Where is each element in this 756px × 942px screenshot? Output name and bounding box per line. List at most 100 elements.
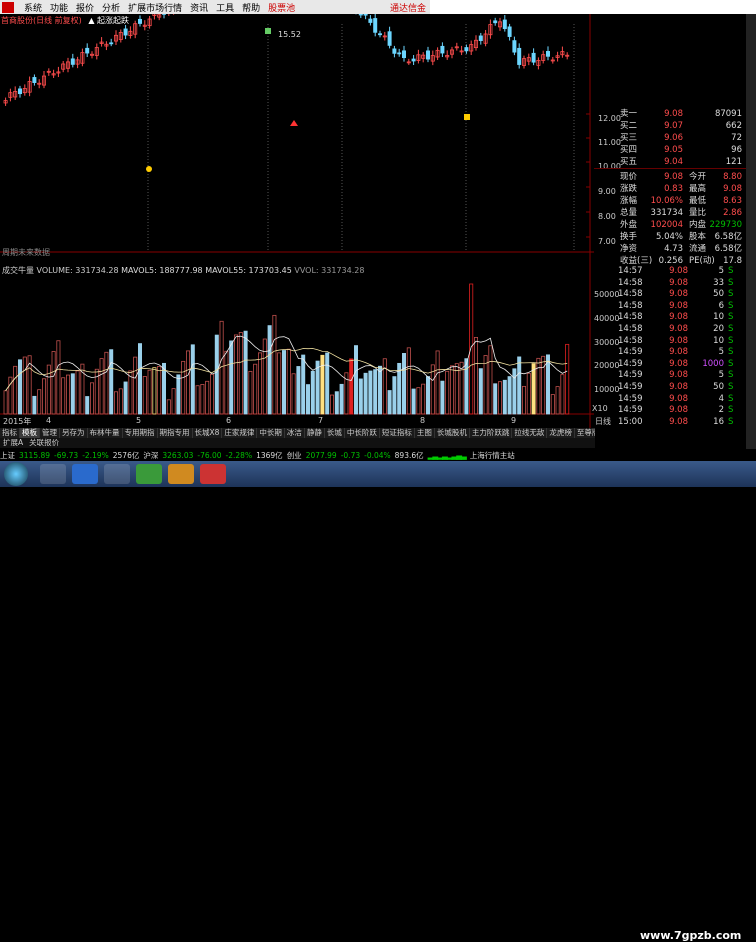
volume-bar	[518, 357, 521, 414]
candle-body	[503, 20, 506, 29]
tick-row: 14:599.085S	[594, 370, 746, 382]
market-strength-icon: ▂▃▂▃▂▃▄▃	[428, 451, 466, 460]
tick-list[interactable]: 14:579.085S14:589.0833S14:589.0850S14:58…	[594, 266, 746, 428]
volume-bar	[359, 379, 362, 414]
source-label: 上海行情主站	[470, 450, 515, 461]
tab-20[interactable]: 至尊牌牛	[575, 428, 595, 438]
volume-title: 成交牛量 VOLUME: 331734.28 MAVOL5: 188777.98…	[2, 265, 364, 276]
tick-row: 14:579.085S	[594, 266, 746, 278]
tab-7[interactable]: 长城X8	[193, 428, 223, 438]
tab-12[interactable]: 长城	[325, 428, 345, 438]
menu-ext-market[interactable]: 扩展市场行情	[128, 1, 182, 14]
chart-bg	[0, 14, 594, 428]
volume-bar	[369, 371, 372, 414]
tab-3[interactable]: 另存为	[60, 428, 88, 438]
taskbar-app-icon[interactable]	[136, 464, 162, 484]
tab-8[interactable]: 庄家规律	[222, 428, 257, 438]
ask-row: 卖一9.0887091	[594, 108, 746, 120]
brand-label[interactable]: 股票池	[268, 1, 295, 14]
stat-row: 总量331734量比2.86	[594, 207, 746, 219]
volume-bar	[321, 355, 324, 414]
tab-16[interactable]: 长城股机	[435, 428, 470, 438]
volume-ma55: MAVOL55: 173703.45	[205, 266, 292, 275]
tab-2[interactable]: 管理	[40, 428, 60, 438]
tab-1[interactable]: 模板	[20, 428, 40, 438]
tab-6[interactable]: 期指专用	[158, 428, 193, 438]
volume-bar	[364, 373, 367, 414]
taskbar-app-icon[interactable]	[168, 464, 194, 484]
volume-bar	[426, 377, 429, 414]
menu-function[interactable]: 功能	[50, 1, 68, 14]
candle-body	[359, 14, 362, 15]
ask-row: 买三9.0672	[594, 132, 746, 144]
taskbar-app-icon[interactable]	[72, 464, 98, 484]
candlestick-chart[interactable]	[0, 14, 594, 428]
taskbar-app-icon[interactable]	[200, 464, 226, 484]
volume-ma5: MAVOL5: 188777.98	[121, 266, 203, 275]
menu-system[interactable]: 系统	[24, 1, 42, 14]
tick-row: 14:599.084S	[594, 394, 746, 406]
tab-10[interactable]: 冰洁	[285, 428, 305, 438]
volume-bar	[33, 396, 36, 414]
volume-bar	[110, 350, 113, 414]
tick-row: 14:599.082S	[594, 405, 746, 417]
tick-row: 14:599.085S	[594, 347, 746, 359]
tab-19[interactable]: 龙虎榜	[547, 428, 575, 438]
tab-5[interactable]: 专用期指	[123, 428, 158, 438]
volume-bar	[532, 364, 535, 414]
tick-row: 14:589.0850S	[594, 289, 746, 301]
tab-15[interactable]: 主图	[415, 428, 435, 438]
candle-body	[110, 43, 113, 44]
ask-row: 买四9.0596	[594, 144, 746, 156]
candle-body	[18, 89, 21, 94]
hs-amount: 1369亿	[256, 450, 283, 461]
vertical-scrollbar[interactable]	[746, 14, 756, 449]
candle-body	[71, 59, 74, 65]
brand-right-label: 通达信金	[390, 1, 426, 14]
stat-row: 换手5.04%股本6.58亿	[594, 231, 746, 243]
tick-row: 14:589.0810S	[594, 312, 746, 324]
hs-label: 沪深	[143, 450, 158, 461]
tick-row: 14:589.086S	[594, 301, 746, 313]
volume-bar	[412, 389, 415, 414]
volume-bar	[494, 384, 497, 414]
menu-info[interactable]: 资讯	[190, 1, 208, 14]
ask-row: 买五9.04121	[594, 156, 746, 168]
volume-bar	[302, 355, 305, 414]
start-button-icon[interactable]	[4, 462, 28, 486]
volume-bar	[393, 377, 396, 414]
no-data-label: 周期未来数据	[2, 247, 50, 258]
cy-pct: -0.04%	[364, 451, 391, 460]
tab-related-quote[interactable]: 关联报价	[26, 438, 62, 448]
tab-9[interactable]: 中长期	[257, 428, 285, 438]
tab-ext-a[interactable]: 扩展A	[0, 438, 26, 448]
menu-analysis[interactable]: 分析	[102, 1, 120, 14]
tab-11[interactable]: 静静	[305, 428, 325, 438]
menu-tools[interactable]: 工具	[216, 1, 234, 14]
taskbar-app-icon[interactable]	[104, 464, 130, 484]
menu-quote[interactable]: 报价	[76, 1, 94, 14]
stat-row: 净资4.73流通6.58亿	[594, 243, 746, 255]
volume-bar	[18, 360, 21, 414]
tick-row: 14:599.081000S	[594, 359, 746, 371]
volume-bar	[354, 346, 357, 414]
candle-body	[393, 49, 396, 53]
volume-bar	[177, 375, 180, 414]
x-label-4: 4	[46, 416, 51, 425]
x-label-6: 6	[226, 416, 231, 425]
x-label-9: 9	[511, 416, 516, 425]
volume-bar	[378, 366, 381, 414]
tab-18[interactable]: 拉线无敌	[512, 428, 547, 438]
high-price-label: 15.52	[278, 30, 301, 39]
volume-bar	[244, 331, 247, 414]
tab-4[interactable]: 布林牛量	[88, 428, 123, 438]
volume-bar	[297, 366, 300, 414]
tick-row: 14:589.0833S	[594, 278, 746, 290]
volume-bar	[316, 361, 319, 414]
menu-help[interactable]: 帮助	[242, 1, 260, 14]
tab-13[interactable]: 中长阶跃	[345, 428, 380, 438]
tab-0[interactable]: 指标	[0, 428, 20, 438]
tab-14[interactable]: 短证指标	[380, 428, 415, 438]
tab-17[interactable]: 主力阶跃跳	[470, 428, 513, 438]
taskbar-app-icon[interactable]	[40, 464, 66, 484]
